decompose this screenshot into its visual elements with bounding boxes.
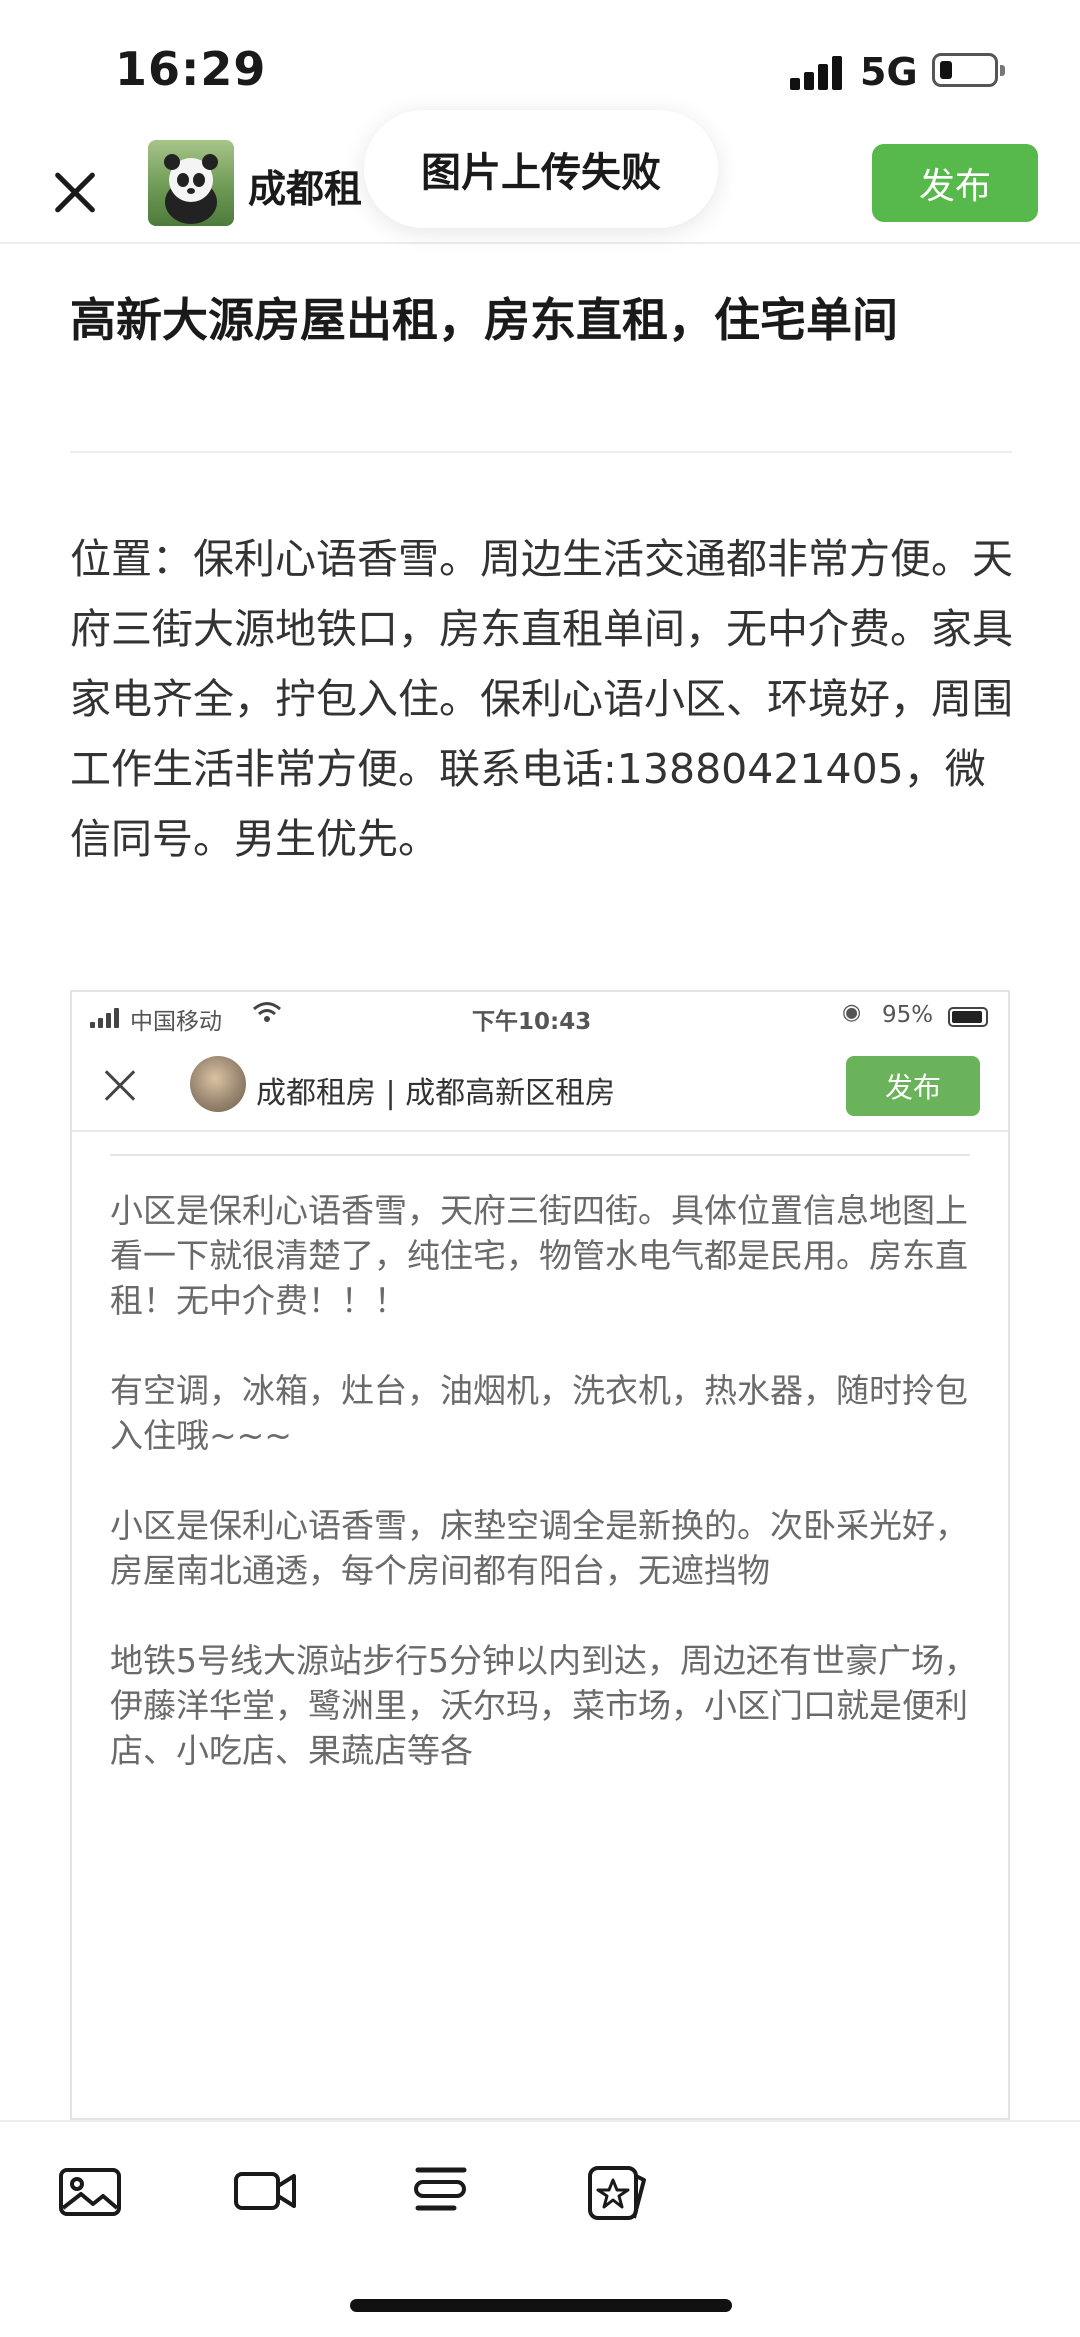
avatar bbox=[190, 1056, 246, 1112]
status-time: 16:29 bbox=[115, 42, 267, 96]
paragraph: 有空调，冰箱，灶台，油烟机，洗衣机，热水器，随时拎包入住哦~~~ bbox=[110, 1371, 968, 1455]
paragraph: 地铁5号线大源站步行5分钟以内到达，周边还有世豪广场，伊藤洋华堂，鹭洲里，沃尔玛… bbox=[110, 1641, 977, 1770]
wifi-icon bbox=[252, 1000, 282, 1030]
signal-icon bbox=[790, 56, 846, 90]
network-type: 5G bbox=[860, 50, 918, 94]
carrier-name: 中国移动 bbox=[130, 1009, 222, 1035]
embedded-header: 成都租房 | 成都高新区租房 发布 bbox=[72, 1042, 1008, 1132]
embedded-title: 成都租房 | 成都高新区租房 bbox=[256, 1076, 616, 1111]
group-avatar bbox=[148, 140, 234, 226]
sticker-icon[interactable] bbox=[582, 2156, 652, 2226]
home-indicator[interactable] bbox=[350, 2299, 732, 2312]
header: 成都租 图片上传失败 发布 bbox=[0, 110, 1080, 244]
post-body[interactable]: 位置：保利心语香雪。周边生活交通都非常方便。天府三街大源地铁口，房东直租单间，无… bbox=[70, 524, 1020, 874]
close-icon bbox=[98, 1064, 142, 1108]
publish-button[interactable]: 发布 bbox=[872, 144, 1038, 222]
divider bbox=[70, 451, 1012, 453]
embedded-time: 下午10:43 bbox=[472, 1009, 592, 1035]
upload-failed-toast: 图片上传失败 bbox=[364, 110, 718, 228]
rotation-lock-icon: ◉ bbox=[842, 1000, 862, 1025]
paragraph: 小区是保利心语香雪，床垫空调全是新换的。次卧采光好，房屋南北通透，每个房间都有阳… bbox=[110, 1506, 968, 1590]
divider bbox=[110, 1154, 970, 1156]
attached-image[interactable]: 中国移动 下午10:43 ◉ 95% 成都租房 | 成都高新区租房 发布 小区是… bbox=[70, 990, 1010, 2120]
image-icon[interactable] bbox=[55, 2156, 125, 2226]
embedded-status-bar: 中国移动 下午10:43 ◉ 95% bbox=[72, 992, 1008, 1042]
embedded-text: 小区是保利心语香雪，天府三街四街。具体位置信息地图上看一下就很清楚了，纯住宅，物… bbox=[110, 1188, 980, 1818]
video-icon[interactable] bbox=[230, 2156, 300, 2226]
group-name[interactable]: 成都租 bbox=[248, 158, 362, 213]
battery-icon bbox=[932, 53, 1005, 87]
battery-icon bbox=[948, 1007, 988, 1027]
text-format-icon[interactable] bbox=[406, 2156, 476, 2226]
close-icon[interactable] bbox=[44, 160, 108, 224]
paragraph: 小区是保利心语香雪，天府三街四街。具体位置信息地图上看一下就很清楚了，纯住宅，物… bbox=[110, 1191, 968, 1320]
signal-icon bbox=[90, 1008, 122, 1028]
battery-percent: 95% bbox=[882, 1002, 934, 1028]
post-title[interactable]: 高新大源房屋出租，房东直租，住宅单间 bbox=[70, 290, 1020, 350]
publish-button: 发布 bbox=[846, 1056, 980, 1116]
